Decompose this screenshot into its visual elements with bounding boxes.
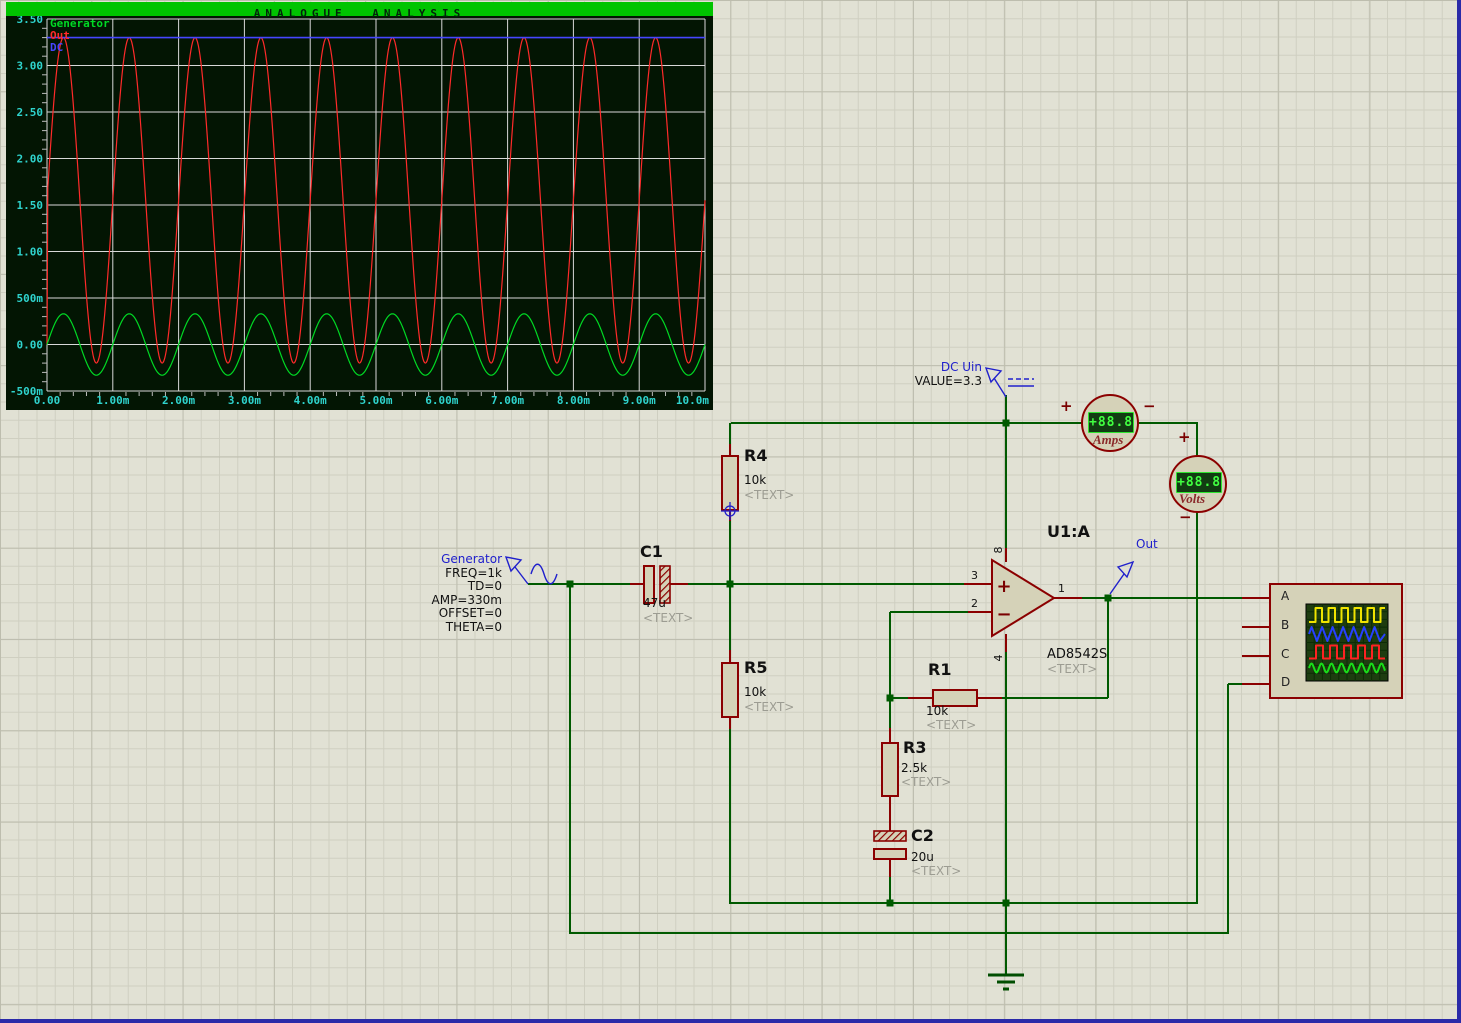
svg-text:0.00: 0.00 [34,394,61,407]
svg-text:6.00m: 6.00m [425,394,458,407]
resistor-R4[interactable] [722,456,738,510]
analysis-window[interactable]: 3.503.002.502.001.501.00500m0.00-500m0.0… [6,2,713,410]
legend-dc: DC [50,41,63,54]
capacitor-C2[interactable] [874,831,906,859]
svg-text:2.00m: 2.00m [162,394,195,407]
wires[interactable] [528,395,1242,974]
schematic-layer: 3.503.002.502.001.501.00500m0.00-500m0.0… [0,0,1461,1023]
svg-text:1.50: 1.50 [17,199,44,212]
svg-text:3.00: 3.00 [17,60,44,73]
window-edge-right [1457,0,1461,1023]
sine-source-icon [531,564,557,584]
capacitor-C1[interactable] [644,566,670,603]
junction-dots [567,420,1112,907]
svg-text:4.00m: 4.00m [294,394,327,407]
oscilloscope[interactable] [1270,584,1402,698]
svg-text:3.00m: 3.00m [228,394,261,407]
svg-text:0.00: 0.00 [17,339,44,352]
svg-text:1.00: 1.00 [17,246,44,259]
graph-window-titlebar[interactable]: ANALOGUE ANALYSIS [6,2,713,16]
svg-text:5.00m: 5.00m [359,394,392,407]
svg-text:2.00: 2.00 [17,153,44,166]
opamp-pin4-number: 4 [992,655,1005,662]
window-edge-bottom [0,1019,1461,1023]
voltmeter[interactable] [1170,456,1226,512]
generator-probe[interactable] [506,557,557,584]
svg-text:500m: 500m [17,292,44,305]
proteus-canvas[interactable]: { "analysis_window": { "title": "ANALOGU… [0,0,1461,1023]
opamp-plus-sign: + [996,576,1011,597]
dc-source-probe[interactable] [986,368,1034,397]
ammeter[interactable] [1082,395,1138,451]
opamp-pin8-number: 8 [992,547,1005,554]
opamp-U1A[interactable]: + − 8 4 [992,547,1054,662]
graph-title: ANALOGUE ANALYSIS [254,7,466,20]
opamp-minus-sign: − [996,604,1011,625]
resistor-R5[interactable] [722,663,738,717]
svg-text:9.00m: 9.00m [623,394,656,407]
svg-text:8.00m: 8.00m [557,394,590,407]
resistor-R1[interactable] [933,690,977,706]
svg-text:7.00m: 7.00m [491,394,524,407]
svg-text:1.00m: 1.00m [96,394,129,407]
ground-symbol[interactable] [988,975,1024,989]
out-probe[interactable] [1110,562,1133,594]
svg-text:2.50: 2.50 [17,106,44,119]
resistor-R3[interactable] [882,743,898,796]
svg-text:10.0m: 10.0m [676,394,709,407]
